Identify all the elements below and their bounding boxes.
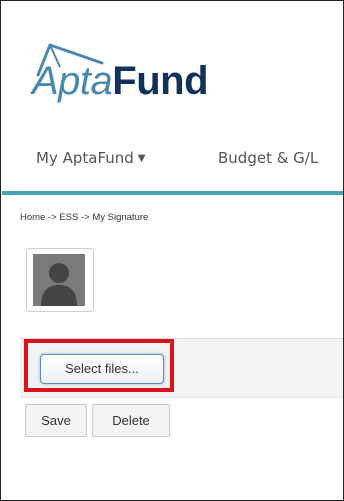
nav-item-label: My AptaFund xyxy=(36,149,134,167)
chevron-down-icon: ▼ xyxy=(137,153,146,164)
nav-item-my-aptafund[interactable]: My AptaFund ▼ xyxy=(36,149,146,167)
nav-item-label: Budget & G/L xyxy=(218,149,319,167)
user-silhouette-icon xyxy=(33,254,85,306)
save-button[interactable]: Save xyxy=(25,404,87,437)
select-files-button[interactable]: Select files... xyxy=(40,354,164,384)
app-frame: AptaFund My AptaFund ▼ Budget & G/L Home … xyxy=(0,0,344,501)
nav-divider xyxy=(2,191,343,195)
delete-button[interactable]: Delete xyxy=(92,404,170,437)
main-nav: My AptaFund ▼ Budget & G/L xyxy=(1,141,343,191)
signature-image xyxy=(26,248,94,312)
logo-text-fund: Fund xyxy=(112,59,209,103)
logo-wordmark: AptaFund xyxy=(32,59,209,104)
breadcrumb: Home -> ESS -> My Signature xyxy=(20,212,149,223)
aptafund-logo[interactable]: AptaFund xyxy=(32,41,272,116)
logo-text-apta: Apta xyxy=(32,59,113,103)
nav-item-budget-gl[interactable]: Budget & G/L xyxy=(218,149,318,167)
